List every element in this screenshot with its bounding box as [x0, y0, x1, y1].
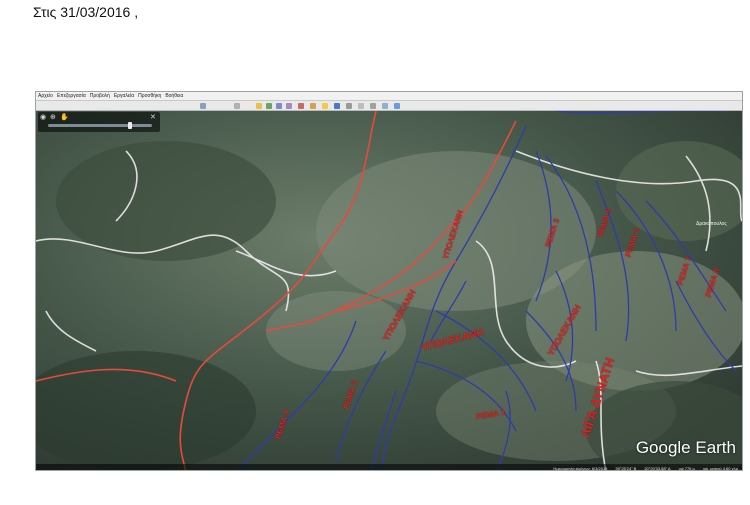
- menu-add[interactable]: Προσθήκη: [138, 93, 161, 99]
- search-icon[interactable]: [234, 103, 240, 109]
- satellite-map[interactable]: ΥΠΟΛΕΚΑΝΗ ΡΕΜΑ 3 ΡΕΜΑ 5 ΡΕΜΑ 6 ΡΕΜΑ 7 ΡΕ…: [36, 111, 742, 471]
- zoom-slider-handle[interactable]: [128, 122, 132, 129]
- google-earth-screenshot: Αρχείο Επεξεργασία Προβολή Εργαλεία Προσ…: [35, 91, 743, 471]
- menu-view[interactable]: Προβολή: [90, 93, 110, 99]
- overlay-icon[interactable]: [286, 103, 292, 109]
- status-bar: Ημερομηνία εικόνων: 6/3/2015 39°25'24" Β…: [36, 464, 742, 471]
- status-imagery-date: Ημερομηνία εικόνων: 6/3/2015: [553, 465, 608, 471]
- planets-icon[interactable]: [334, 103, 340, 109]
- google-earth-logo: Google Earth: [635, 438, 736, 457]
- maps-icon[interactable]: [394, 103, 400, 109]
- status-eye-altitude: υψ. ματιού 4.60 χλμ: [702, 465, 738, 471]
- zoom-in-icon[interactable]: ⊕: [50, 113, 56, 121]
- compass-icon[interactable]: ◉: [40, 113, 46, 121]
- menu-edit[interactable]: Επεξεργασία: [57, 93, 86, 99]
- navigation-controls: ◉ ⊕ ✋ ✕: [38, 112, 160, 132]
- polygon-icon[interactable]: [266, 103, 272, 109]
- village-label: Δρακόπουλος: [696, 221, 727, 227]
- email-icon[interactable]: [358, 103, 364, 109]
- status-longitude: 20°20'33.58" Α: [644, 465, 671, 471]
- toolbar: [36, 101, 742, 111]
- menu-bar: Αρχείο Επεξεργασία Προβολή Εργαλεία Προσ…: [36, 92, 742, 101]
- tour-icon[interactable]: [298, 103, 304, 109]
- look-icon[interactable]: ✋: [60, 113, 69, 121]
- save-image-icon[interactable]: [382, 103, 388, 109]
- sidebar-toggle-icon[interactable]: [200, 103, 206, 109]
- document-date-line: Στις 31/03/2016 ,: [33, 4, 139, 20]
- placemark-icon[interactable]: [256, 103, 262, 109]
- map-imagery: [36, 111, 742, 470]
- menu-help[interactable]: Βοήθεια: [165, 93, 183, 99]
- status-elevation: υψ 775 μ: [678, 465, 695, 471]
- sunlight-icon[interactable]: [322, 103, 328, 109]
- historical-imagery-icon[interactable]: [310, 103, 316, 109]
- status-latitude: 39°25'24" Β: [615, 465, 637, 471]
- zoom-slider[interactable]: [48, 124, 152, 127]
- path-icon[interactable]: [276, 103, 282, 109]
- print-icon[interactable]: [370, 103, 376, 109]
- close-icon[interactable]: ✕: [150, 113, 156, 121]
- menu-tools[interactable]: Εργαλεία: [114, 93, 134, 99]
- ruler-icon[interactable]: [346, 103, 352, 109]
- menu-file[interactable]: Αρχείο: [38, 93, 53, 99]
